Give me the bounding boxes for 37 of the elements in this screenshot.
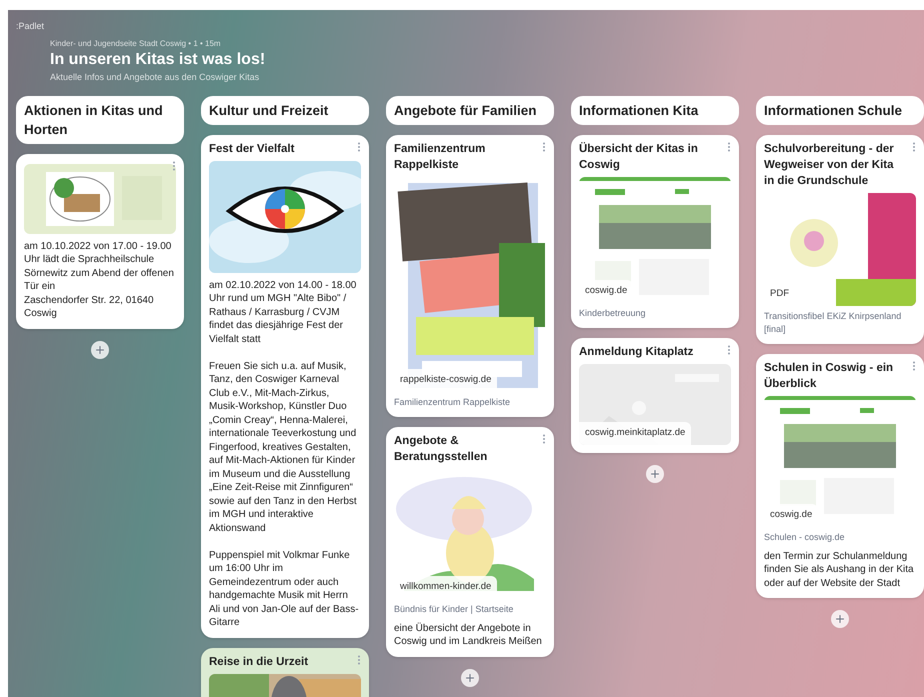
- post-title: Angebote & Beratungsstellen: [394, 434, 488, 464]
- link-source: Transitionsfibel EKiZ Knirpsenland [final]: [764, 310, 902, 336]
- post-title: Anmeldung Kitaplatz: [579, 344, 694, 360]
- link-source: Bündnis für Kinder | Startseite: [394, 602, 514, 616]
- post-text: den Termin zur Schulanmeldung finden Sie als Aushang in der Kita oder auf der Website der Stadt: [764, 550, 915, 590]
- padlet-logo[interactable]: :Padlet: [16, 20, 44, 34]
- post-card[interactable]: Schulen in Coswig - ein Überblick coswig.de Schulen - coswig.de den Termin zur Schulanmeldung finden Sie als Aushang in der Kita oder auf der Website der Stadt: [756, 354, 924, 598]
- post-text: am 02.10.2022 von 14.00 - 18.00 Uhr rund um MGH "Alte Bibo" / Rathaus / Karrasburg / CVJM findet das diesjährige Fest der Vielfalt statt: [209, 278, 358, 346]
- link-source: Kinderbetreuung: [579, 306, 647, 320]
- board-meta: Kinder- und Jugendseite Stadt Coswig • 1 • 15m: [50, 38, 222, 50]
- post-card[interactable]: Übersicht der Kitas in Coswig coswig.de Kinderbetreuung: [571, 134, 739, 328]
- column-header: Informationen Schule: [756, 96, 924, 124]
- column-header: Aktionen in Kitas und Horten: [16, 96, 184, 144]
- link-source: Familienzentrum Rappelkiste: [394, 396, 512, 408]
- post-card[interactable]: Angebote & Beratungsstellen willkommen-kinder.de Bündnis für Kinder | Startseite eine Übersicht der Angebote in Coswig und im Landkreis Meißen: [386, 426, 554, 656]
- column-header: Kultur und Freizeit: [201, 96, 369, 124]
- link-chip[interactable]: coswig.meinkitaplatz.de: [579, 422, 692, 444]
- board-subtitle: Aktuelle Infos und Angebote aus den Coswiger Kitas: [50, 70, 260, 84]
- column-header: Angebote für Familien: [386, 96, 554, 124]
- post-title: Schulen in Coswig - ein Überblick: [764, 360, 894, 392]
- post-title: Übersicht der Kitas in Coswig: [579, 141, 699, 172]
- post-card[interactable]: am 10.10.2022 von 17.00 - 19.00 Uhr lädt die Sprachheilschule Sörnewitz zum Abend der offenen Tür ein Zaschendorfer Str. 22, 01640 Coswig: [16, 154, 184, 328]
- post-card[interactable]: Anmeldung Kitaplatz coswig.meinkitaplatz.de: [571, 338, 739, 452]
- post-text: Puppenspiel mit Volkmar Funke um 16:00 Uhr im Gemeindezentrum oder auch handgemachte Musik mit Herrn Ali und von Jan-Ole auf der Bass-Gitarre: [209, 548, 360, 630]
- post-title: Reise in die Urzeit: [209, 654, 310, 670]
- board-title: In unseren Kitas ist was los!: [50, 50, 266, 70]
- post-card[interactable]: Familienzentrum Rappelkiste rappelkiste-coswig.de Familienzentrum Rappelkiste: [386, 134, 554, 416]
- post-title: Familienzentrum Rappelkiste: [394, 142, 486, 172]
- post-card[interactable]: Schulvorbereitung - der Wegweiser von der Kita in die Grundschule PDF Transitionsfibel EKiZ Knirpsenland [final]: [756, 134, 924, 344]
- link-source: Schulen - coswig.de: [764, 530, 846, 544]
- post-title: Fest der Vielfalt: [209, 142, 296, 156]
- post-card[interactable]: Reise in die Urzeit: [201, 648, 369, 697]
- post-text: am 10.10.2022 von 17.00 - 19.00 Uhr lädt die Sprachheilschule Sörnewitz zum Abend der offenen Tür ein Zaschendorfer Str. 22, 01640 Coswig: [24, 240, 175, 320]
- post-title: Schulvorbereitung - der Wegweiser von der Kita in die Grundschule: [764, 142, 895, 188]
- post-text: eine Übersicht der Angebote in Coswig und im Landkreis Meißen: [394, 622, 543, 648]
- post-text: Freuen Sie sich u.a. auf Musik, Tanz, den Coswiger Karneval Club e.V., Mit-Mach-Zirkus, Musik-Workshop, Künstler Duo „Comin Creay“, Henna-Malerei, internationale Teeverkostung und Fingerfood, kreatives Gestalten, auf Mit-Mach-Aktionen für Kinder im Museum und die Ausstellung „Eine Zeit-Reise mit Zinnfiguren“ sowie auf den Tanz in den Herbst im MGH und interaktive Aktionswand: [209, 360, 358, 535]
- column-header: Informationen Kita: [571, 96, 739, 124]
